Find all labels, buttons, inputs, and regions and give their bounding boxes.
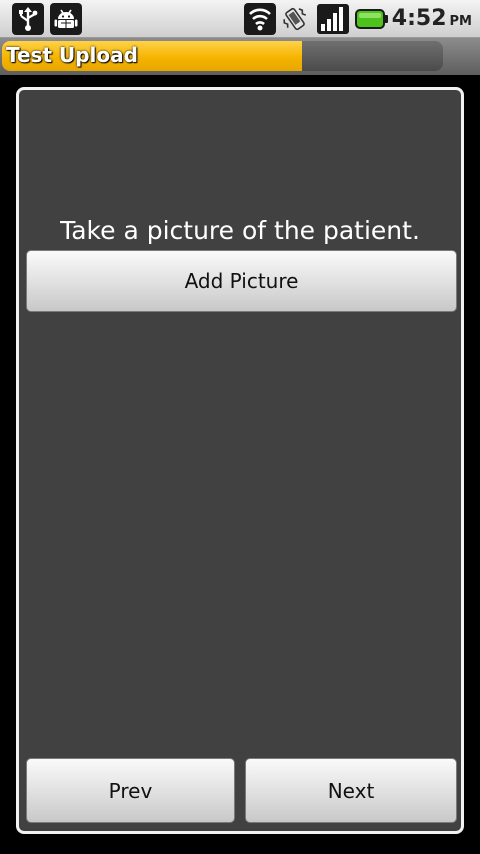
next-button[interactable]: Next [245,758,457,823]
app-title: Test Upload [6,43,138,67]
add-picture-button[interactable]: Add Picture [26,250,457,312]
signal-icon [316,3,350,35]
wifi-icon [244,3,276,35]
android-debug-icon [50,3,82,35]
vibrate-icon [278,3,312,35]
title-bar: Test Upload [0,38,480,75]
clock-time: 4:52 [391,6,447,31]
prev-button[interactable]: Prev [26,758,235,823]
status-bar: 4:52 PM [0,0,480,38]
question-prompt: Take a picture of the patient. [60,216,420,245]
form-panel: Take a picture of the patient. Add Pictu… [16,87,464,834]
clock: 4:52 PM [392,6,472,31]
battery-icon [354,3,390,35]
usb-icon [12,3,44,35]
clock-ampm: PM [449,14,472,29]
